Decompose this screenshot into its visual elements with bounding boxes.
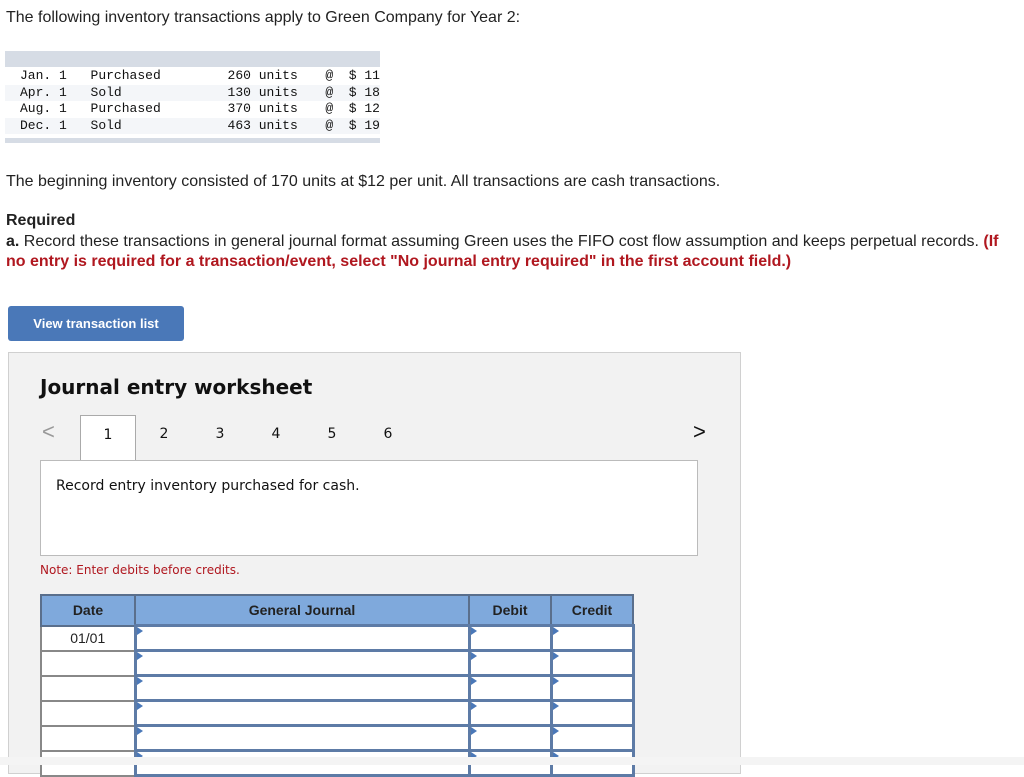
- transaction-row: Aug. 1 Purchased 370 units @ $ 12: [5, 101, 380, 118]
- date-cell: [40, 699, 136, 727]
- table-row: [40, 674, 635, 702]
- tx-qty: 260 units: [227, 68, 298, 83]
- tx-date: Dec. 1: [20, 117, 67, 133]
- account-select[interactable]: [133, 674, 471, 702]
- tx-qty: 463 units: [227, 117, 298, 133]
- debit-input[interactable]: [467, 649, 553, 677]
- date-cell: 01/01: [40, 624, 136, 652]
- account-select[interactable]: [133, 724, 471, 752]
- debit-input[interactable]: [467, 624, 553, 652]
- tx-at: @: [325, 84, 334, 100]
- tx-type: Sold: [90, 117, 122, 133]
- debit-input[interactable]: [467, 724, 553, 752]
- requirement-a: a. Record these transactions in general …: [6, 232, 1006, 272]
- credit-input[interactable]: [549, 724, 635, 752]
- journal-entry-worksheet: Journal entry worksheet < 1 2 3 4 5 6 > …: [8, 352, 741, 777]
- tab-entry-1[interactable]: 1: [80, 415, 136, 461]
- credit-input[interactable]: [549, 624, 635, 652]
- credit-input[interactable]: [549, 699, 635, 727]
- entry-description-box: Record entry inventory purchased for cas…: [40, 460, 698, 556]
- debit-input[interactable]: [467, 674, 553, 702]
- tx-date: Jan. 1: [20, 68, 67, 83]
- table-row: [40, 724, 635, 752]
- debit-input[interactable]: [467, 699, 553, 727]
- tx-at: @: [325, 101, 334, 116]
- chevron-right-icon[interactable]: >: [693, 419, 706, 445]
- tab-entry-5[interactable]: 5: [304, 415, 360, 460]
- credit-input[interactable]: [549, 674, 635, 702]
- tx-at: @: [325, 117, 334, 133]
- tx-type: Purchased: [90, 68, 161, 83]
- tab-entry-4[interactable]: 4: [248, 415, 304, 460]
- tx-qty: 370 units: [227, 101, 298, 116]
- debit-credit-note: Note: Enter debits before credits.: [40, 563, 240, 577]
- tx-price: $ 18: [348, 84, 380, 100]
- tx-price: $ 12: [348, 101, 380, 116]
- tx-date: Apr. 1: [20, 84, 67, 100]
- transaction-row: Jan. 1 Purchased 260 units @ $ 11: [5, 68, 380, 85]
- entry-description: Record entry inventory purchased for cas…: [56, 478, 360, 494]
- beginning-inventory-text: The beginning inventory consisted of 170…: [6, 173, 721, 190]
- tx-date: Aug. 1: [20, 101, 67, 116]
- tx-price: $ 11: [348, 68, 380, 83]
- table-row: 01/01: [40, 624, 635, 652]
- column-debit: Debit: [468, 594, 552, 627]
- transactions-table: Jan. 1 Purchased 260 units @ $ 11 Apr. 1…: [5, 51, 380, 143]
- account-select[interactable]: [133, 699, 471, 727]
- general-journal-table: Date General Journal Debit Credit 01/01: [40, 594, 635, 777]
- worksheet-title: Journal entry worksheet: [40, 375, 313, 399]
- credit-input[interactable]: [549, 649, 635, 677]
- entry-tabs: 1 2 3 4 5 6: [80, 415, 416, 461]
- column-general-journal: General Journal: [134, 594, 470, 627]
- column-credit: Credit: [550, 594, 634, 627]
- transaction-row: Dec. 1 Sold 463 units @ $ 19: [5, 117, 380, 134]
- tab-entry-2[interactable]: 2: [136, 415, 192, 460]
- tx-type: Purchased: [90, 101, 161, 116]
- tab-entry-3[interactable]: 3: [192, 415, 248, 460]
- date-cell: [40, 649, 136, 677]
- table-row: [40, 649, 635, 677]
- tx-price: $ 19: [348, 117, 380, 133]
- column-date: Date: [40, 594, 136, 627]
- tx-type: Sold: [90, 84, 122, 100]
- tx-qty: 130 units: [227, 84, 298, 100]
- tx-at: @: [325, 68, 334, 83]
- part-label: a.: [6, 233, 20, 250]
- problem-intro: The following inventory transactions app…: [6, 9, 521, 26]
- bottom-divider: [0, 757, 1024, 765]
- tab-entry-6[interactable]: 6: [360, 415, 416, 460]
- required-heading: Required: [6, 212, 76, 229]
- account-select[interactable]: [133, 649, 471, 677]
- table-row: [40, 699, 635, 727]
- account-select[interactable]: [133, 624, 471, 652]
- date-cell: [40, 674, 136, 702]
- date-cell: [40, 724, 136, 752]
- chevron-left-icon[interactable]: <: [42, 419, 55, 445]
- transaction-row: Apr. 1 Sold 130 units @ $ 18: [5, 84, 380, 101]
- requirement-text: Record these transactions in general jou…: [19, 233, 984, 250]
- table-header-row: Date General Journal Debit Credit: [40, 594, 634, 627]
- view-transaction-list-button[interactable]: View transaction list: [8, 306, 184, 341]
